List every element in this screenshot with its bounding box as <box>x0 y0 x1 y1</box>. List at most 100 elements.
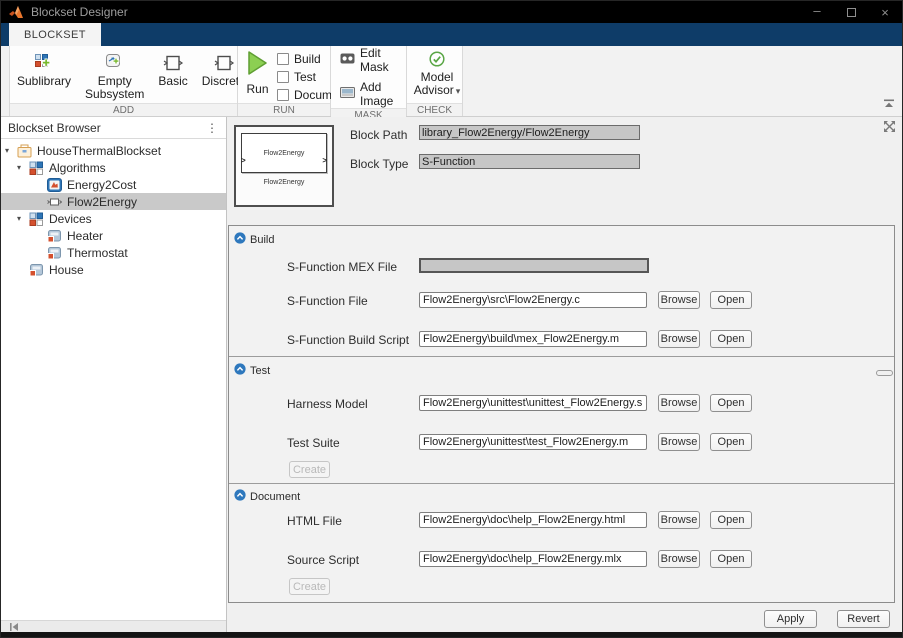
group-mask: Edit Mask Add Image MASK <box>331 46 407 116</box>
browser-header: Blockset Browser ⋮ <box>1 117 226 139</box>
browse-button[interactable]: Browse <box>658 511 700 529</box>
tree-item-devices[interactable]: ▾ Devices <box>1 210 226 227</box>
library-icon <box>29 212 44 226</box>
test-section-title: Test <box>250 365 270 377</box>
input-port-icon: > <box>241 156 246 165</box>
caret-icon[interactable]: ▾ <box>17 163 29 172</box>
test-section-header[interactable]: Test <box>234 362 270 380</box>
block-path-label: Block Path <box>350 128 407 142</box>
browser-title: Blockset Browser <box>8 121 101 135</box>
maximize-button[interactable] <box>834 1 868 23</box>
caret-icon[interactable]: ▾ <box>17 214 29 223</box>
open-button[interactable]: Open <box>710 433 752 451</box>
revert-button[interactable]: Revert <box>837 610 890 628</box>
browse-button[interactable]: Browse <box>658 291 700 309</box>
empty-subsystem-button[interactable]: Empty Subsystem <box>78 46 151 103</box>
harness-model-input[interactable] <box>419 395 647 411</box>
collapse-section-icon[interactable] <box>234 362 246 380</box>
collapse-sidebar-icon[interactable] <box>9 623 19 631</box>
close-button[interactable]: × <box>868 1 902 23</box>
open-button[interactable]: Open <box>710 550 752 568</box>
collapse-section-icon[interactable] <box>234 488 246 506</box>
add-image-button[interactable]: Add Image <box>340 80 397 108</box>
tree-item-flow2energy[interactable]: Flow2Energy <box>1 193 226 210</box>
sfunction-file-input[interactable] <box>419 292 647 308</box>
create-document-button[interactable]: Create <box>289 578 330 595</box>
model-advisor-button[interactable]: Model Advisor▾ <box>407 46 467 103</box>
edit-mask-button[interactable]: Edit Mask <box>340 46 397 74</box>
test-suite-row: Test Suite Browse Open <box>229 434 894 452</box>
empty-subsystem-icon <box>105 51 125 75</box>
blockset-icon <box>17 144 32 158</box>
matlab-block-icon <box>47 178 62 192</box>
tree-item-housethermalblockset[interactable]: ▾ HouseThermalBlockset <box>1 142 226 159</box>
create-test-button[interactable]: Create <box>289 461 330 478</box>
browse-button[interactable]: Browse <box>658 550 700 568</box>
sidebar-statusbar <box>1 620 226 632</box>
document-checkbox[interactable] <box>277 89 289 101</box>
caret-icon[interactable]: ▾ <box>5 146 17 155</box>
harness-model-row: Harness Model Browse Open <box>229 395 894 413</box>
block-path-field <box>419 125 640 140</box>
tree-item-energy2cost[interactable]: Energy2Cost <box>1 176 226 193</box>
source-script-row: Source Script Browse Open <box>229 551 894 569</box>
sfunction-file-row: S-Function File Browse Open <box>229 292 894 310</box>
minimize-button[interactable]: – <box>800 1 834 23</box>
expand-panel-icon[interactable] <box>883 120 896 138</box>
html-file-input[interactable] <box>419 512 647 528</box>
build-checkbox[interactable] <box>277 53 289 65</box>
group-run: Run Build Test Document <box>238 46 331 116</box>
test-checkbox[interactable] <box>277 71 289 83</box>
chevron-down-icon: ▾ <box>456 86 461 96</box>
blockset-designer-window: Blockset Designer – × BLOCKSET <box>0 0 903 638</box>
block-caption: Flow2Energy <box>236 179 332 186</box>
browse-button[interactable]: Browse <box>658 433 700 451</box>
build-section-header[interactable]: Build <box>234 231 274 249</box>
open-button[interactable]: Open <box>710 394 752 412</box>
open-button[interactable]: Open <box>710 291 752 309</box>
open-button[interactable]: Open <box>710 511 752 529</box>
browse-button[interactable]: Browse <box>658 394 700 412</box>
ribbon-tabstrip: BLOCKSET <box>1 23 902 46</box>
splitter-handle[interactable] <box>876 370 893 376</box>
kebab-menu-icon[interactable]: ⋮ <box>206 121 218 135</box>
open-button[interactable]: Open <box>710 330 752 348</box>
mex-file-row: S-Function MEX File <box>229 258 894 276</box>
subsystem-icon <box>47 246 62 260</box>
tree-item-thermostat[interactable]: Thermostat <box>1 244 226 261</box>
collapse-section-icon[interactable] <box>234 231 246 249</box>
blockset-tree: ▾ HouseThermalBlockset ▾ <box>1 139 226 278</box>
body: Blockset Browser ⋮ ▾ HouseThermalBlockse… <box>1 117 902 632</box>
browse-button[interactable]: Browse <box>658 330 700 348</box>
build-script-input[interactable] <box>419 331 647 347</box>
basic-block-button[interactable]: Basic <box>151 46 194 103</box>
collapse-toolstrip-button[interactable] <box>883 95 895 113</box>
test-suite-input[interactable] <box>419 434 647 450</box>
tab-blockset[interactable]: BLOCKSET <box>9 23 101 46</box>
source-script-input[interactable] <box>419 551 647 567</box>
block-type-field <box>419 154 640 169</box>
basic-block-icon <box>162 51 184 75</box>
tree-item-algorithms[interactable]: ▾ Algorithms <box>1 159 226 176</box>
run-button[interactable]: Run <box>246 50 269 103</box>
document-section-header[interactable]: Document <box>234 488 300 506</box>
sfunction-block-icon <box>47 195 62 209</box>
sections-container: Build S-Function MEX File S-Function Fil… <box>228 225 895 603</box>
apply-button[interactable]: Apply <box>764 610 817 628</box>
harness-model-label: Harness Model <box>287 397 368 411</box>
block-name-text: Flow2Energy <box>264 150 305 157</box>
tree-item-house[interactable]: House <box>1 261 226 278</box>
block-type-label: Block Type <box>350 157 408 171</box>
block-detail-panel: Flow2Energy > > Flow2Energy Block Path B… <box>227 117 902 632</box>
mex-file-label: S-Function MEX File <box>287 260 397 274</box>
group-check-label: CHECK <box>407 103 462 116</box>
footer-bar: Apply Revert <box>228 606 895 632</box>
maximize-icon <box>847 8 856 17</box>
build-script-label: S-Function Build Script <box>287 333 409 347</box>
add-image-icon <box>340 85 355 103</box>
toolstrip: Sublibrary Empty Subsystem <box>1 46 902 117</box>
tree-item-heater[interactable]: Heater <box>1 227 226 244</box>
test-section: Test Harness Model Browse Open Test Suit… <box>229 357 894 484</box>
sublibrary-button[interactable]: Sublibrary <box>10 46 78 103</box>
build-section: Build S-Function MEX File S-Function Fil… <box>229 226 894 357</box>
